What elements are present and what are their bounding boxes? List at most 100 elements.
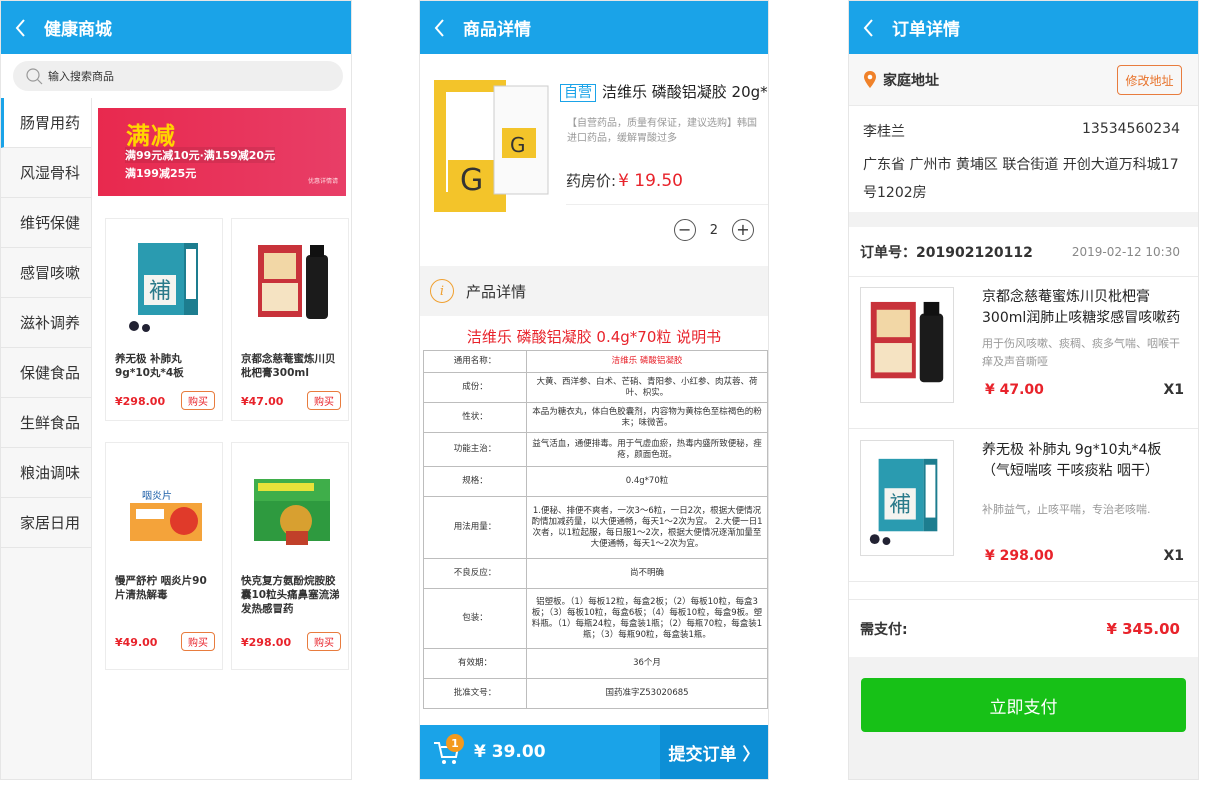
manual-key: 性状： (423, 402, 527, 433)
item-image: 補 (860, 440, 954, 556)
manual-row: 不良反应： 尚不明确 (423, 558, 768, 589)
category-item[interactable]: 感冒咳嗽 (1, 248, 91, 298)
item-price: ¥ 298.00 (985, 548, 1054, 564)
product-card[interactable]: 咽炎片 慢严舒柠 咽炎片90片清热解毒 ¥49.00 购买 (105, 442, 223, 670)
section-title: 产品详情 (466, 282, 527, 301)
top-bar: 健康商城 (1, 1, 351, 54)
item-image (860, 287, 954, 403)
manual-key: 规格： (423, 466, 527, 497)
product-header: G G 自营洁维乐 磷酸铝凝胶 20g*4袋 【自营药品，质量有保证，建议选购】… (420, 54, 768, 264)
category-item[interactable]: 保健食品 (1, 348, 91, 398)
category-item[interactable]: 肠胃用药 (1, 98, 91, 148)
item-description: 补肺益气，止咳平喘，专治老咳喘. (982, 503, 1151, 516)
info-icon: i (430, 279, 454, 303)
page-title: 订单详情 (892, 20, 960, 40)
buy-button[interactable]: 购买 (181, 632, 215, 651)
price-label: 药房价: (566, 172, 617, 190)
back-icon[interactable] (15, 18, 26, 37)
cart-badge: 1 (446, 734, 464, 752)
product-description: 【自营药品，质量有保证，建议选购】韩国进口药品，缓解胃酸过多 (567, 118, 757, 144)
manual-row: 功能主治： 益气活血，通便排毒。用于气虚血瘀，热毒内盛所致便秘，痤疮，颜面色斑。 (423, 432, 768, 467)
manual-value: 0.4g*70粒 (526, 466, 768, 497)
manual-row: 通用名称： 洁维乐 磷酸铝凝胶 (423, 350, 768, 373)
health-mall-screen: 健康商城 输入搜索商品 肠胃用药 风湿骨科 维钙保健 感冒咳嗽 滋补调养 保健食… (0, 0, 352, 780)
buy-button[interactable]: 购买 (181, 391, 215, 410)
category-item[interactable]: 维钙保健 (1, 198, 91, 248)
product-title: 自营洁维乐 磷酸铝凝胶 20g*4袋 (560, 81, 768, 102)
manual-key: 有效期： (423, 648, 527, 679)
category-item[interactable]: 粮油调味 (1, 448, 91, 498)
manual-row: 批准文号： 国药准字Z53020685 (423, 678, 768, 709)
minus-button[interactable]: − (673, 219, 696, 241)
product-price: ¥298.00 (115, 395, 166, 408)
submit-order-button[interactable]: 提交订单 〉 (660, 725, 768, 779)
buy-button[interactable]: 购买 (307, 391, 341, 410)
top-bar: 商品详情 (420, 1, 768, 54)
location-pin-icon (864, 71, 876, 88)
category-item[interactable]: 滋补调养 (1, 298, 91, 348)
back-icon[interactable] (434, 18, 445, 37)
manual-key: 成份： (423, 372, 527, 403)
svg-text:補: 補 (149, 279, 171, 304)
address-label: 家庭地址 (883, 72, 939, 89)
banner-fineprint: 优惠详情请 (307, 178, 338, 185)
product-card[interactable]: 補 养无极 补肺丸 9g*10丸*4板 ¥298.00 购买 (105, 218, 223, 421)
product-image (254, 479, 330, 545)
back-icon[interactable] (863, 18, 874, 37)
manual-value: 36个月 (526, 648, 768, 679)
manual-value: 国药准字Z53020685 (526, 678, 768, 709)
product-title-text: 洁维乐 磷酸铝凝胶 20g*4袋 (602, 83, 768, 101)
section-header: i 产品详情 (420, 266, 768, 316)
category-content: 满减 满99元减10元·满159减20元 满199减25元 优惠详情请 補 养无… (92, 98, 351, 779)
manual-key: 批准文号： (423, 678, 527, 709)
recipient-phone: 13534560234 (1082, 121, 1180, 137)
cart-button[interactable]: 1 ¥ 39.00 (420, 725, 660, 779)
product-image: 咽炎片 (130, 485, 202, 541)
svg-text:補: 補 (889, 493, 911, 518)
quantity-stepper: − 2 + (673, 219, 754, 241)
item-quantity: X1 (1163, 382, 1184, 398)
manual-value: 益气活血，通便排毒。用于气虚血瘀，热毒内盛所致便秘，痤疮，颜面色斑。 (526, 432, 768, 467)
manual-row: 用法用量： 1.便秘、排便不爽者，一次3～6粒，一日2次，根据大便情况酌情加减药量… (423, 496, 768, 559)
manual-value: 1.便秘、排便不爽者，一次3～6粒，一日2次，根据大便情况酌情加减药量，以大便通… (526, 496, 768, 559)
price-value: ¥ 19.50 (618, 171, 683, 191)
self-operated-tag: 自营 (560, 84, 596, 102)
payment-summary: 需支付: ¥ 345.00 (849, 599, 1198, 657)
manual-row: 包装： 铝塑板。（1）每板12粒，每盒2板；（2）每板10粒，每盒3板；（3）每板… (423, 588, 768, 649)
manual-value: 大黄、西洋参、白术、芒硝、青阳参、小红参、肉苁蓉、荷叶、枳实。 (526, 372, 768, 403)
product-card[interactable]: 京都念慈菴蜜炼川贝枇杷膏300ml ¥47.00 购买 (231, 218, 349, 421)
order-item[interactable]: 京都念慈菴蜜炼川贝枇杷膏300ml润肺止咳糖浆感冒咳嗽药 用于伤风咳嗽、痰稠、痰… (849, 277, 1198, 429)
search-input[interactable]: 输入搜索商品 (13, 61, 343, 91)
page-title: 商品详情 (463, 20, 531, 40)
product-name: 京都念慈菴蜜炼川贝枇杷膏300ml (241, 353, 336, 379)
manual-key: 用法用量： (423, 496, 527, 559)
category-item[interactable]: 生鲜食品 (1, 398, 91, 448)
order-item[interactable]: 補 养无极 补肺丸 9g*10丸*4板（气短喘咳 干咳痰粘 咽干） 补肺益气，止… (849, 430, 1198, 582)
plus-button[interactable]: + (732, 219, 754, 241)
recipient-name: 李桂兰 (863, 124, 905, 140)
order-number: 订单号：201902120112 (860, 244, 1033, 261)
banner-line-2: 满199减25元 (125, 167, 197, 180)
manual-row: 成份： 大黄、西洋参、白术、芒硝、青阳参、小红参、肉苁蓉、荷叶、枳实。 (423, 372, 768, 403)
pay-label: 需支付: (860, 621, 908, 638)
manual-value: 洁维乐 磷酸铝凝胶 (526, 350, 768, 373)
order-header: 订单号：201902120112 2019-02-12 10:30 (849, 227, 1198, 277)
svg-text:咽炎片: 咽炎片 (142, 489, 172, 502)
item-quantity: X1 (1163, 548, 1184, 564)
address-text: 广东省 广州市 黄埔区 联合街道 开创大道万科城17号1202房 (863, 157, 1179, 201)
product-price: ¥49.00 (115, 636, 158, 649)
category-item[interactable]: 风湿骨科 (1, 148, 91, 198)
manual-key: 包装： (423, 588, 527, 649)
manual-value: 铝塑板。（1）每板12粒，每盒2板；（2）每板10粒，每盒3板；（3）每板10粒… (526, 588, 768, 649)
category-item[interactable]: 家居日用 (1, 498, 91, 548)
pay-now-button[interactable]: 立即支付 (861, 678, 1186, 732)
banner-line-1: 满99元减10元·满159减20元 (125, 147, 276, 163)
bottom-bar: 1 ¥ 39.00 提交订单 〉 (420, 725, 768, 779)
product-image: G G (434, 80, 549, 212)
edit-address-button[interactable]: 修改地址 (1117, 65, 1182, 95)
promo-banner[interactable]: 满减 满99元减10元·满159减20元 满199减25元 优惠详情请 (98, 108, 346, 196)
product-card[interactable]: 快克复方氨酚烷胺胶囊10粒头痛鼻塞流涕发热感冒药 ¥298.00 购买 (231, 442, 349, 670)
quantity-value: 2 (709, 222, 718, 238)
product-image (258, 245, 328, 319)
buy-button[interactable]: 购买 (307, 632, 341, 651)
